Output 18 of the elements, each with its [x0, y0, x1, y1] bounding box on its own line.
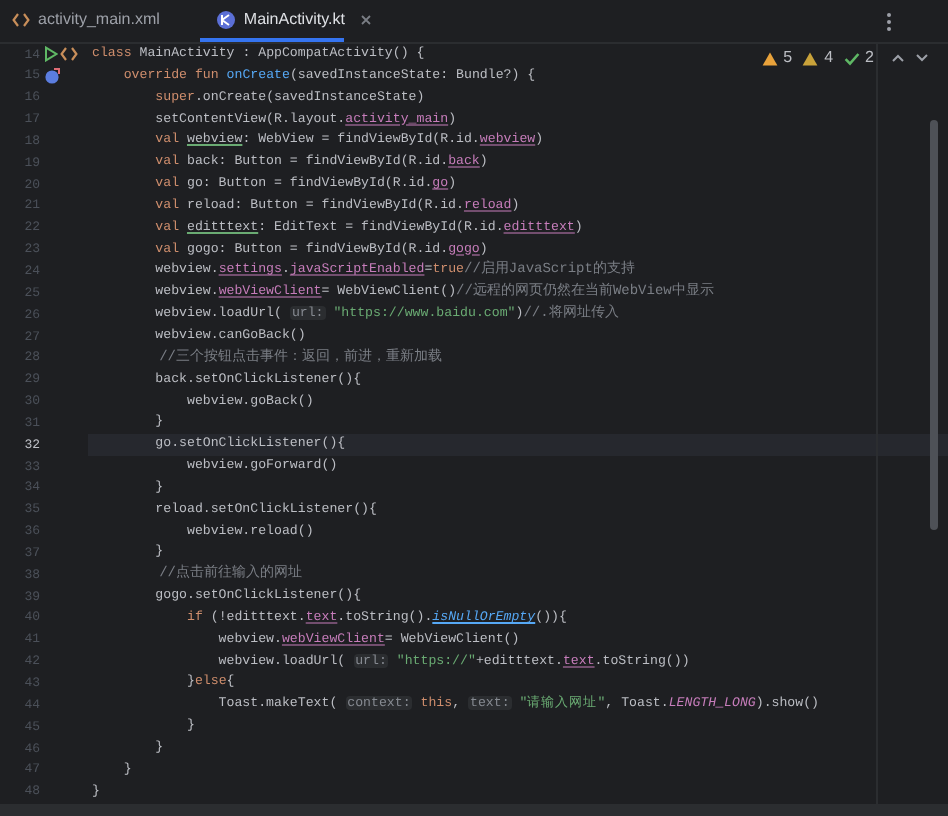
warning-icon[interactable]	[761, 51, 778, 65]
inspection-count: 2	[865, 46, 874, 70]
check-icon[interactable]	[843, 51, 860, 65]
chevron-up-icon[interactable]	[892, 54, 904, 62]
code-icon[interactable]	[60, 46, 78, 63]
more-options-icon[interactable]	[886, 11, 892, 31]
inspection-count: 5	[783, 46, 793, 70]
inspection-count: 4	[824, 46, 834, 70]
editor-tab[interactable]: activity_main.xml	[0, 0, 172, 42]
kotlin-file-icon	[215, 9, 236, 29]
warning-icon[interactable]	[802, 51, 819, 65]
editor-tab[interactable]: MainActivity.kt	[199, 0, 344, 42]
code-icon	[12, 11, 30, 27]
run-icon[interactable]	[44, 46, 58, 63]
scrollbar-thumb[interactable]	[930, 120, 938, 530]
close-icon[interactable]	[360, 13, 373, 25]
chevron-down-icon[interactable]	[916, 54, 928, 62]
override-marker-icon[interactable]	[44, 68, 60, 85]
